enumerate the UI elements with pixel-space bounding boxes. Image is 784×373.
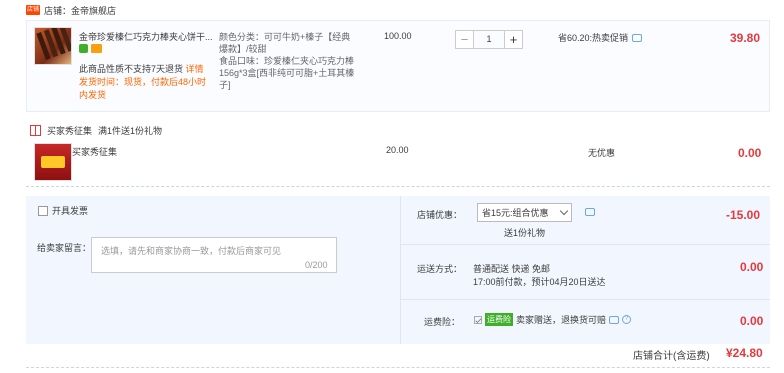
panel-divider [400, 196, 401, 344]
shop-total-amount: ¥24.80 [726, 346, 763, 360]
gift-desc: 满1件送1份礼物 [98, 126, 163, 136]
chat-icon[interactable] [632, 33, 643, 42]
insurance-option: 运费险 卖家赠送，退换货可赔 ? [474, 313, 632, 326]
shop-discount-amount: -15.00 [726, 208, 761, 222]
invoice-checkbox[interactable] [38, 205, 48, 216]
promo-text: 省60.20:热卖促销 [558, 33, 629, 43]
message-char-count: 0/200 [305, 260, 328, 270]
divider [26, 367, 770, 368]
quantity-stepper: − 1 + [455, 30, 523, 49]
message-label: 给卖家留言： [37, 243, 92, 253]
insurance-amount: 0.00 [740, 314, 764, 328]
shop-discount-select[interactable]: 省15元:组合优惠 [477, 203, 572, 222]
invoice-label: 开具发票 [52, 206, 89, 216]
shop-icon: 店铺 [26, 5, 40, 15]
invoice-option[interactable]: 开具发票 [38, 204, 88, 217]
gift-icon [30, 125, 41, 136]
shipping-eta: 17:00前付款，预计04月20日送达 [473, 277, 606, 287]
color-attr: 颜色分类：可可牛奶+榛子【经典爆款】/较甜 [219, 32, 351, 54]
shop-header: 店铺 店铺：金帝旗舰店 [26, 3, 116, 17]
gift-name: 买家秀征集 [72, 147, 118, 157]
flavor-attr: 食品口味：珍爱榛仁夹心巧克力棒156g*3盒[西非纯可可脂+土耳其榛子] [219, 56, 355, 90]
divider [26, 186, 770, 187]
product-thumbnail[interactable] [34, 27, 72, 65]
shipping-amount: 0.00 [740, 260, 764, 274]
shop-total-label: 店铺合计(含运费) [633, 351, 710, 362]
help-icon[interactable]: ? [622, 315, 632, 324]
gift-promo-row: 买家秀征集 满1件送1份礼物 [30, 124, 162, 137]
chat-icon[interactable] [609, 315, 620, 324]
shipping-method: 普通配送 快递 免邮 [473, 264, 551, 274]
item-subtotal: 39.80 [730, 31, 761, 45]
chevron-down-icon [559, 206, 569, 216]
gift-subtotal: 0.00 [738, 146, 762, 160]
chat-icon[interactable] [585, 208, 595, 216]
insurance-badge: 运费险 [485, 313, 513, 326]
product-title[interactable]: 金帝珍爱榛仁巧克力棒夹心饼干... [79, 31, 214, 43]
ship-time-notice: 发货时间：现货，付款后48小时内发货 [79, 77, 207, 100]
credit-card-icon [91, 44, 102, 53]
gift-label: 买家秀征集 [47, 126, 93, 136]
guarantee-icon [79, 44, 88, 53]
increment-button[interactable]: + [504, 30, 523, 49]
details-link[interactable]: 详情 [186, 64, 204, 74]
service-icons [79, 44, 102, 53]
insurance-checkbox[interactable] [474, 315, 482, 324]
quantity-input[interactable]: 1 [474, 30, 504, 49]
insurance-label: 运费险： [424, 317, 461, 327]
product-attributes: 颜色分类：可可牛奶+榛子【经典爆款】/较甜 食品口味：珍爱榛仁夹心巧克力棒156… [219, 31, 359, 91]
shipping-label: 运送方式： [417, 264, 463, 274]
message-placeholder: 选填，请先和商家协商一致，付款后商家可见 [101, 246, 282, 256]
promotion: 省60.20:热卖促销 [558, 31, 643, 44]
shop-discount-value: 省15元:组合优惠 [482, 208, 549, 218]
shop-name[interactable]: 店铺：金帝旗舰店 [44, 4, 116, 17]
shop-discount-note: 送1份礼物 [504, 228, 546, 238]
insurance-text: 卖家赠送，退换货可赔 [516, 315, 607, 325]
gift-unit-price: 20.00 [386, 145, 409, 155]
row-divider [400, 299, 770, 300]
decrement-button[interactable]: − [455, 30, 474, 49]
row-divider [400, 244, 770, 245]
return-notice: 此商品性质不支持7天退货 详情 发货时间：现货，付款后48小时内发货 [79, 64, 207, 100]
shop-discount-label: 店铺优惠： [417, 210, 463, 220]
gift-discount: 无优惠 [588, 148, 616, 158]
unit-price: 100.00 [384, 31, 412, 41]
gift-thumbnail[interactable] [34, 143, 72, 181]
